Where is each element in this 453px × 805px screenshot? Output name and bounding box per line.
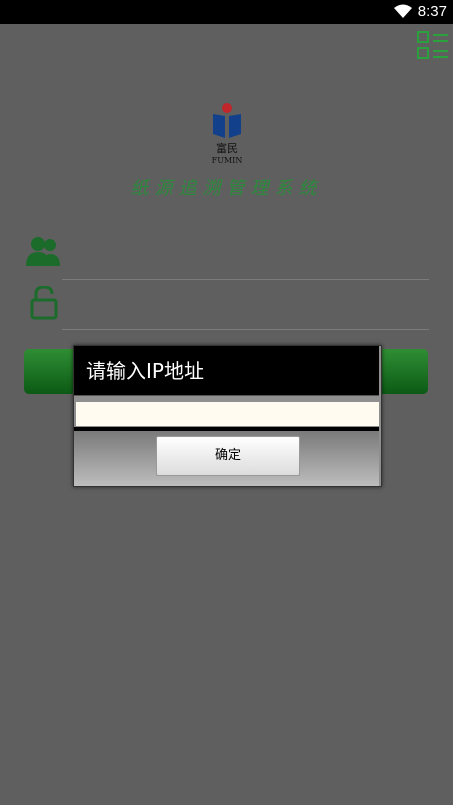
wifi-icon xyxy=(393,3,413,23)
dialog-title: 请输入IP地址 xyxy=(74,346,379,396)
password-underline xyxy=(62,329,429,330)
user-icon xyxy=(26,234,60,272)
logo-english: FUMIN xyxy=(212,156,243,165)
logo-text: 富民 xyxy=(216,141,238,155)
ok-button[interactable]: 确定 xyxy=(156,436,300,476)
username-underline xyxy=(62,279,429,280)
fumin-logo: 富民 FUMIN xyxy=(209,102,245,166)
login-screen: 富民 FUMIN 纸源追溯管理系统 登录 请输入IP地址 xyxy=(0,24,453,805)
status-time: 8:37 xyxy=(417,3,447,20)
menu-grid-icon[interactable] xyxy=(417,30,449,62)
ip-dialog: 请输入IP地址 确定 xyxy=(73,345,382,487)
lock-icon xyxy=(30,285,58,324)
ip-input[interactable] xyxy=(76,402,379,426)
status-bar: 8:37 xyxy=(0,0,453,24)
app-subtitle: 纸源追溯管理系统 xyxy=(130,178,323,199)
